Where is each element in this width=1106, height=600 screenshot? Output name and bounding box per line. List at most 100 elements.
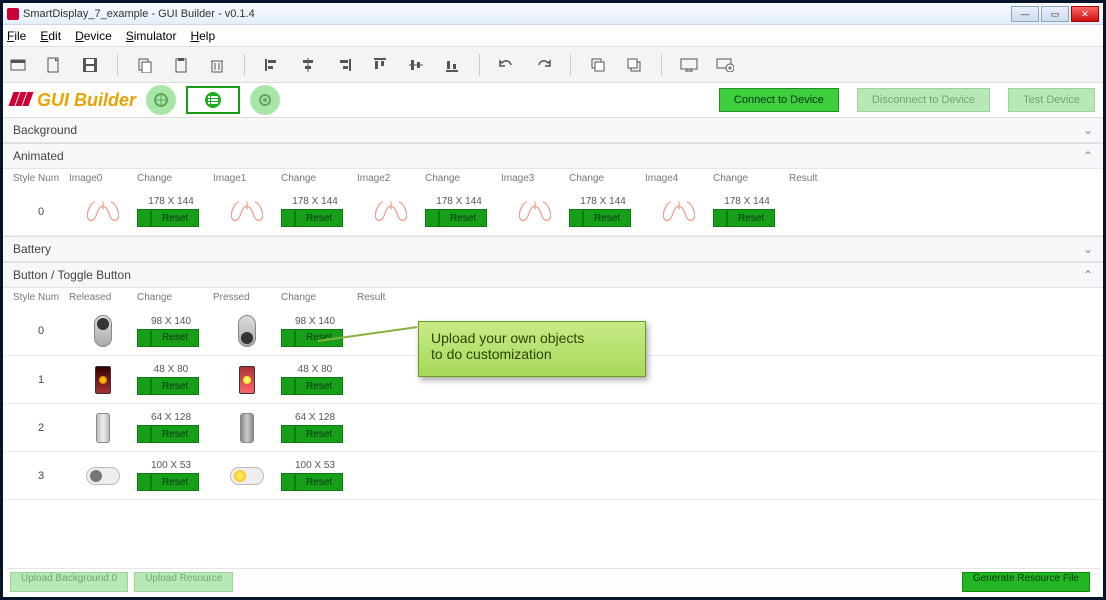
lungs-icon [645, 198, 713, 226]
mode-canvas-button[interactable] [146, 85, 176, 115]
browse-button[interactable]: ... [281, 329, 295, 347]
hdr-image0: Image0 [69, 173, 137, 184]
browse-button[interactable]: ... [137, 377, 151, 395]
button-preview [69, 413, 137, 443]
browse-button[interactable]: ... [137, 473, 151, 491]
browse-button[interactable]: ... [281, 473, 295, 491]
reset-button[interactable]: Reset [151, 473, 199, 491]
minimize-button[interactable]: — [1011, 6, 1039, 22]
menu-simulator[interactable]: Simulator [126, 29, 177, 43]
toggle-preview [69, 467, 137, 485]
menu-file[interactable]: File [7, 29, 26, 43]
bring-front-icon[interactable] [589, 56, 607, 74]
row-num: 0 [13, 206, 69, 218]
align-right-icon[interactable] [335, 56, 353, 74]
lungs-icon [357, 198, 425, 226]
browse-button[interactable]: ... [425, 209, 439, 227]
size-label: 48 X 80 [137, 364, 205, 375]
brand-logo: GUI Builder [11, 90, 136, 111]
window-title: SmartDisplay_7_example - GUI Builder - v… [23, 8, 255, 20]
display-add-icon[interactable] [716, 56, 734, 74]
switch-preview [69, 315, 137, 347]
reset-button[interactable]: Reset [151, 329, 199, 347]
connect-button[interactable]: Connect to Device [719, 88, 839, 112]
button-preview [213, 366, 281, 394]
row-num: 2 [13, 422, 69, 434]
maximize-button[interactable]: ▭ [1041, 6, 1069, 22]
size-label: 178 X 144 [137, 196, 205, 207]
hdr-image3: Image3 [501, 173, 569, 184]
browse-button[interactable]: ... [713, 209, 727, 227]
lungs-icon [69, 198, 137, 226]
reset-button[interactable]: Reset [151, 209, 199, 227]
menubar: File Edit Device Simulator Help [3, 25, 1103, 47]
align-bottom-icon[interactable] [443, 56, 461, 74]
align-left-icon[interactable] [263, 56, 281, 74]
delete-icon[interactable] [208, 56, 226, 74]
browse-button[interactable]: ... [281, 209, 295, 227]
section-battery[interactable]: Battery ⌄ [3, 236, 1103, 262]
save-icon[interactable] [81, 56, 99, 74]
menu-help[interactable]: Help [190, 29, 215, 43]
button-preview [213, 413, 281, 443]
hdr-image4: Image4 [645, 173, 713, 184]
upload-resource-button[interactable]: Upload Resource [134, 572, 233, 592]
display-icon[interactable] [680, 56, 698, 74]
reset-button[interactable]: Reset [583, 209, 631, 227]
section-button[interactable]: Button / Toggle Button ⌃ [3, 262, 1103, 288]
mode-settings-button[interactable] [250, 85, 280, 115]
browse-button[interactable]: ... [137, 329, 151, 347]
hdr-change: Change [713, 173, 789, 184]
copy-icon[interactable] [136, 56, 154, 74]
send-back-icon[interactable] [625, 56, 643, 74]
disconnect-button[interactable]: Disconnect to Device [857, 88, 990, 112]
hdr-result: Result [789, 173, 857, 184]
reset-button[interactable]: Reset [295, 209, 343, 227]
section-animated[interactable]: Animated ⌃ [3, 143, 1103, 169]
new-file-icon[interactable] [45, 56, 63, 74]
size-label: 178 X 144 [425, 196, 493, 207]
reset-button[interactable]: Reset [295, 425, 343, 443]
test-device-button[interactable]: Test Device [1008, 88, 1095, 112]
section-background-label: Background [13, 123, 77, 137]
browse-button[interactable]: ... [137, 209, 151, 227]
mode-list-button[interactable] [186, 86, 240, 114]
brand-name: GUI Builder [37, 90, 136, 110]
chevron-down-icon: ⌄ [1083, 123, 1093, 137]
generate-resource-button[interactable]: Generate Resource File [962, 572, 1090, 592]
size-label: 64 X 128 [137, 412, 205, 423]
reset-button[interactable]: Reset [151, 425, 199, 443]
lungs-icon [213, 198, 281, 226]
paste-icon[interactable] [172, 56, 190, 74]
align-middle-icon[interactable] [407, 56, 425, 74]
align-center-h-icon[interactable] [299, 56, 317, 74]
open-icon[interactable] [9, 56, 27, 74]
size-label: 98 X 140 [281, 316, 349, 327]
footer: Upload Background 0 Upload Resource Gene… [6, 568, 1100, 594]
hdr-pressed: Pressed [213, 292, 281, 303]
menu-device[interactable]: Device [75, 29, 112, 43]
reset-button[interactable]: Reset [727, 209, 775, 227]
reset-button[interactable]: Reset [295, 473, 343, 491]
align-top-icon[interactable] [371, 56, 389, 74]
browse-button[interactable]: ... [281, 377, 295, 395]
section-button-label: Button / Toggle Button [13, 268, 131, 282]
reset-button[interactable]: Reset [151, 377, 199, 395]
reset-button[interactable]: Reset [439, 209, 487, 227]
undo-icon[interactable] [498, 56, 516, 74]
section-animated-label: Animated [13, 149, 64, 163]
hdr-change: Change [137, 173, 213, 184]
upload-background-button[interactable]: Upload Background 0 [10, 572, 128, 592]
browse-button[interactable]: ... [569, 209, 583, 227]
close-button[interactable]: ✕ [1071, 6, 1099, 22]
reset-button[interactable]: Reset [295, 377, 343, 395]
size-label: 178 X 144 [569, 196, 637, 207]
menu-edit[interactable]: Edit [40, 29, 61, 43]
browse-button[interactable]: ... [137, 425, 151, 443]
titlebar: SmartDisplay_7_example - GUI Builder - v… [3, 3, 1103, 25]
browse-button[interactable]: ... [281, 425, 295, 443]
chevron-up-icon: ⌃ [1083, 149, 1093, 163]
button-preview [69, 366, 137, 394]
section-background[interactable]: Background ⌄ [3, 117, 1103, 143]
redo-icon[interactable] [534, 56, 552, 74]
